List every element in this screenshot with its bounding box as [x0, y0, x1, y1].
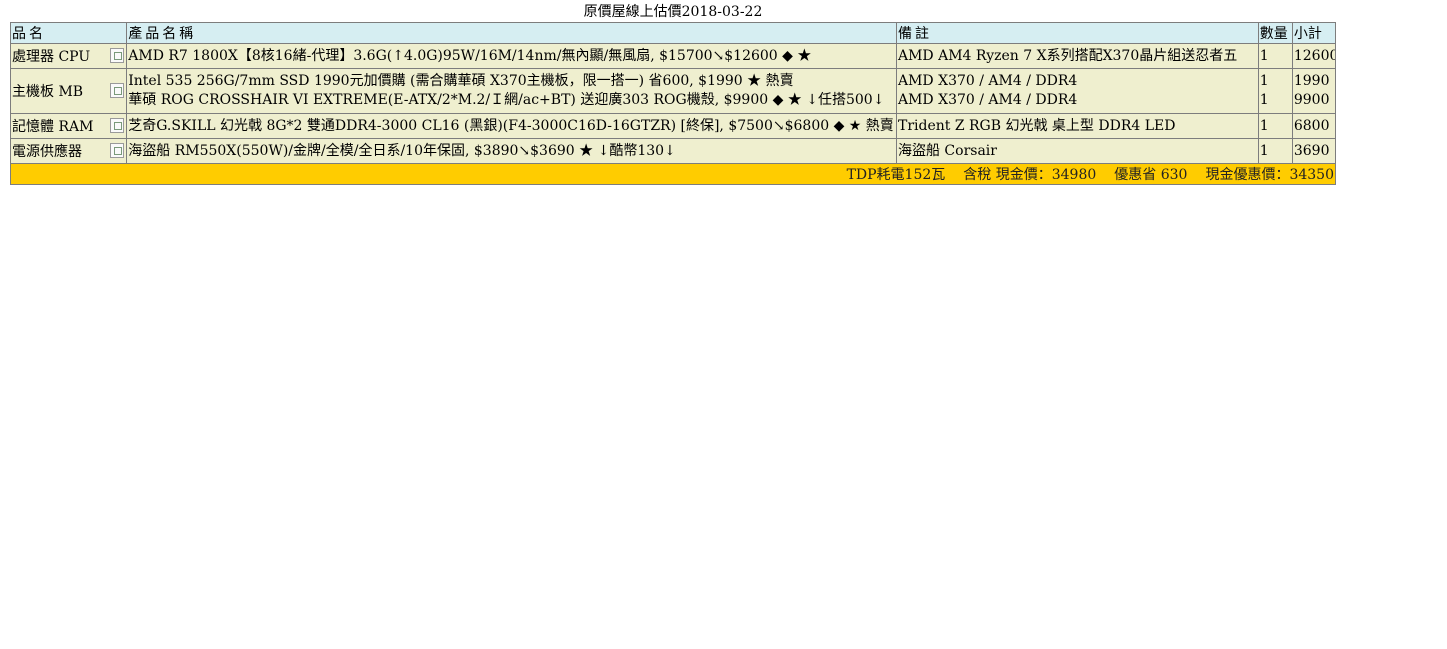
- product-name: 芝奇G.SKILL 幻光戟 8G*2 雙通DDR4-3000 CL16 (黑銀)…: [128, 117, 894, 134]
- subtotal: 12600: [1293, 47, 1336, 64]
- broken-image-icon[interactable]: [110, 118, 125, 133]
- header-product: 產品名稱: [126, 22, 897, 44]
- table-row-cpu: 處理器 CPU AMD R7 1800X【8核16緒-代理】3.6G(↑4.0G…: [9, 43, 1337, 69]
- table-row-psu: 電源供應器 海盜船 RM550X(550W)/金牌/全模/全日系/10年保固, …: [9, 138, 1337, 164]
- quote-table: 品名 產品名稱 備註 數量 小計 處理器 CPU AMD R7 1800X【8核…: [9, 22, 1337, 185]
- product-name: 海盜船 RM550X(550W)/金牌/全模/全日系/10年保固, $3890↘…: [128, 142, 676, 159]
- quantity: 1: [1259, 117, 1269, 134]
- broken-image-icon[interactable]: [110, 83, 125, 98]
- subtotal: 3690: [1293, 142, 1330, 159]
- header-subtotal: 小計: [1291, 22, 1337, 44]
- table-row-mb: 主機板 MB Intel 535 256G/7mm SSD 1990元加價購 (…: [9, 68, 1337, 114]
- product-note: AMD AM4 Ryzen 7 X系列搭配X370晶片組送忍者五: [897, 47, 1238, 64]
- quantity: 1: [1259, 142, 1269, 159]
- quantity: 1: [1259, 92, 1269, 108]
- subtotal: 1990: [1293, 73, 1330, 89]
- product-note: Trident Z RGB 幻光戟 桌上型 DDR4 LED: [897, 117, 1176, 134]
- quantity: 1: [1259, 73, 1269, 89]
- product-name: 華碩 ROG CROSSHAIR VI EXTREME(E-ATX/2*M.2/…: [128, 92, 885, 108]
- page-title: 原價屋線上估價2018-03-22: [583, 4, 763, 20]
- product-name: AMD R7 1800X【8核16緒-代理】3.6G(↑4.0G)95W/16M…: [128, 47, 812, 64]
- table-header: 品名 產品名稱 備註 數量 小計: [9, 22, 1337, 44]
- product-note: 海盜船 Corsair: [897, 142, 997, 159]
- broken-image-icon[interactable]: [110, 143, 125, 158]
- product-note: AMD X370 / AM4 / DDR4: [897, 73, 1078, 89]
- header-category: 品名: [9, 22, 128, 44]
- quantity: 1: [1259, 47, 1269, 64]
- header-note: 備註: [895, 22, 1259, 44]
- subtotal: 9900: [1293, 92, 1330, 108]
- discount-price: 現金優惠價：34350: [1205, 167, 1334, 183]
- savings: 優惠省 630: [1114, 167, 1188, 183]
- table-row-ram: 記憶體 RAM 芝奇G.SKILL 幻光戟 8G*2 雙通DDR4-3000 C…: [9, 113, 1337, 139]
- category-label: 電源供應器: [12, 144, 82, 160]
- tdp-power: TDP耗電152瓦: [846, 167, 946, 183]
- product-name: Intel 535 256G/7mm SSD 1990元加價購 (需合購華碩 X…: [128, 73, 794, 89]
- totals-row: TDP耗電152瓦 含稅 現金價：34980 優惠省 630 現金優惠價：34350: [10, 163, 1336, 185]
- broken-image-icon[interactable]: [110, 48, 125, 63]
- header-qty: 數量: [1257, 22, 1293, 44]
- cash-price: 含稅 現金價：34980: [963, 167, 1097, 183]
- category-label: 主機板 MB: [12, 84, 84, 100]
- category-label: 處理器 CPU: [12, 49, 91, 65]
- category-label: 記憶體 RAM: [12, 119, 94, 135]
- product-note: AMD X370 / AM4 / DDR4: [897, 92, 1078, 108]
- subtotal: 6800: [1293, 117, 1330, 134]
